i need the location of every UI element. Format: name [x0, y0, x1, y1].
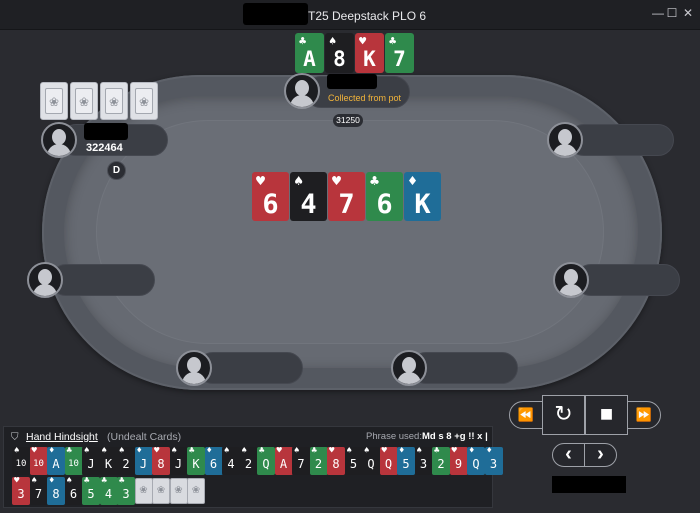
seat-bottom-left-pill	[197, 352, 303, 384]
top-hand-card-2: ♠ 8	[325, 33, 354, 73]
fast-forward-button[interactable]: ⏩	[627, 401, 661, 429]
next-step-button[interactable]: ›	[584, 443, 617, 467]
top-hand-card-3: ♥ K	[355, 33, 384, 73]
dealer-button: D	[107, 161, 126, 180]
undealt-card: ♦ 6	[204, 447, 223, 475]
rewind-icon: ⏪	[517, 407, 535, 422]
left-hand-card-back-3: ❀	[100, 82, 128, 120]
stop-button[interactable]: ■	[585, 395, 628, 435]
shield-icon: ⛉	[11, 432, 19, 443]
undealt-card: ♥ 8	[152, 447, 170, 475]
left-hand-card-back-1: ❀	[40, 82, 68, 120]
board-card-4: ♣ 6	[366, 172, 403, 221]
undealt-card: ♣ K	[187, 447, 205, 475]
undealt-card: ♥ Q	[379, 447, 398, 475]
board-card-5: ♦ K	[404, 172, 441, 221]
avatar-left-lower[interactable]	[27, 262, 63, 298]
avatar-top[interactable]	[284, 73, 320, 109]
undealt-card: ♦ A	[47, 447, 65, 475]
redacted-footer-label	[552, 476, 626, 493]
minimize-button[interactable]: —	[651, 6, 665, 20]
redacted-left-player-name	[84, 123, 128, 140]
undealt-card: ♥ 3	[12, 477, 30, 505]
board-card-2: ♠ 4	[290, 172, 327, 221]
collected-from-pot-text: Collected from pot	[328, 93, 402, 103]
seat-right-lower-pill	[575, 264, 680, 296]
hand-hindsight-link[interactable]: Hand Hindsight	[26, 431, 98, 443]
top-hand-card-1: ♣ A	[295, 33, 324, 73]
hidden-card-back: ❀	[169, 478, 188, 504]
undealt-card: ♥ 9	[449, 447, 468, 475]
undealt-card: ♣ 3	[117, 477, 135, 505]
undealt-card: ♠ 3	[414, 447, 433, 475]
undealt-card: ♠ J	[82, 447, 100, 475]
title-bar: T25 Deepstack PLO 6 — ☐ ✕	[0, 0, 700, 30]
undealt-card: ♣ 5	[82, 477, 100, 505]
undealt-card: ♦ 5	[397, 447, 415, 475]
undealt-card: ♣ Q	[257, 447, 275, 475]
avatar-right-lower[interactable]	[553, 262, 589, 298]
chevron-left-icon: ‹	[565, 443, 572, 465]
poker-client-window: T25 Deepstack PLO 6 — ☐ ✕ ♣ A ♠ 8 ♥ K ♣ …	[0, 0, 700, 513]
undealt-card: ♠ 7	[29, 477, 48, 505]
undealt-card: ♠ Q	[362, 447, 380, 475]
stop-icon: ■	[599, 401, 614, 426]
rewind-button[interactable]: ⏪	[509, 401, 543, 429]
replay-button[interactable]: ↻	[542, 395, 585, 435]
avatar-left-upper[interactable]	[41, 122, 77, 158]
hand-hindsight-panel: ⛉ Hand Hindsight (Undealt Cards) Phrase …	[3, 426, 503, 508]
phrase-used-label: Phrase used:	[366, 431, 422, 442]
undealt-card: ♠ 7	[292, 447, 310, 475]
undealt-card: ♦ Q	[467, 447, 485, 475]
undealt-card: ♠ 6	[64, 477, 83, 505]
replay-icon: ↻	[554, 401, 573, 426]
left-hand-card-back-2: ❀	[70, 82, 98, 120]
table-inner-line	[96, 120, 604, 344]
left-player-stack: 322464	[86, 142, 123, 154]
undealt-card: ♠ 10	[12, 447, 30, 475]
hand-hindsight-subtitle: (Undealt Cards)	[107, 431, 182, 443]
hidden-card-back: ❀	[187, 478, 205, 504]
undealt-card: ♠ J	[169, 447, 188, 475]
seat-left-lower-pill	[50, 264, 155, 296]
hidden-card-back: ❀	[152, 478, 170, 504]
avatar-bottom-left[interactable]	[176, 350, 212, 386]
redacted-title-prefix	[243, 3, 308, 25]
seat-right-upper-pill	[568, 124, 674, 156]
board-card-1: ♥ 6	[252, 172, 289, 221]
close-button[interactable]: ✕	[681, 6, 695, 20]
fast-forward-icon: ⏩	[635, 407, 653, 422]
maximize-button[interactable]: ☐	[665, 6, 679, 20]
undealt-card: ♣ 2	[432, 447, 450, 475]
board-card-3: ♥ 7	[328, 172, 365, 221]
undealt-card: ♥ A	[274, 447, 293, 475]
undealt-card: ♣ 2	[309, 447, 328, 475]
undealt-card: ♣ 4	[99, 477, 118, 505]
undealt-card: ♣ 10	[64, 447, 83, 475]
undealt-card: ♦ J	[134, 447, 153, 475]
previous-step-button[interactable]: ‹	[552, 443, 585, 467]
hidden-card-back: ❀	[134, 478, 153, 504]
undealt-card: ♠ 4	[222, 447, 240, 475]
left-hand-card-back-4: ❀	[130, 82, 158, 120]
pot-amount-badge: 31250	[333, 114, 363, 127]
undealt-card: ♦ 3	[484, 447, 503, 475]
undealt-card: ♦ 8	[47, 477, 65, 505]
avatar-right-upper[interactable]	[547, 122, 583, 158]
undealt-card: ♠ 2	[117, 447, 135, 475]
phrase-used-value: Md s 8 +g !! x |	[422, 431, 488, 442]
window-title: T25 Deepstack PLO 6	[308, 9, 427, 23]
undealt-card: ♥ 8	[327, 447, 345, 475]
undealt-card: ♠ K	[99, 447, 118, 475]
chevron-right-icon: ›	[597, 443, 604, 465]
avatar-bottom-right[interactable]	[391, 350, 427, 386]
undealt-card: ♥ 10	[29, 447, 48, 475]
undealt-card: ♠ 2	[239, 447, 258, 475]
top-hand-card-4: ♣ 7	[385, 33, 414, 73]
redacted-top-player-name	[327, 74, 377, 89]
undealt-card: ♠ 5	[344, 447, 363, 475]
